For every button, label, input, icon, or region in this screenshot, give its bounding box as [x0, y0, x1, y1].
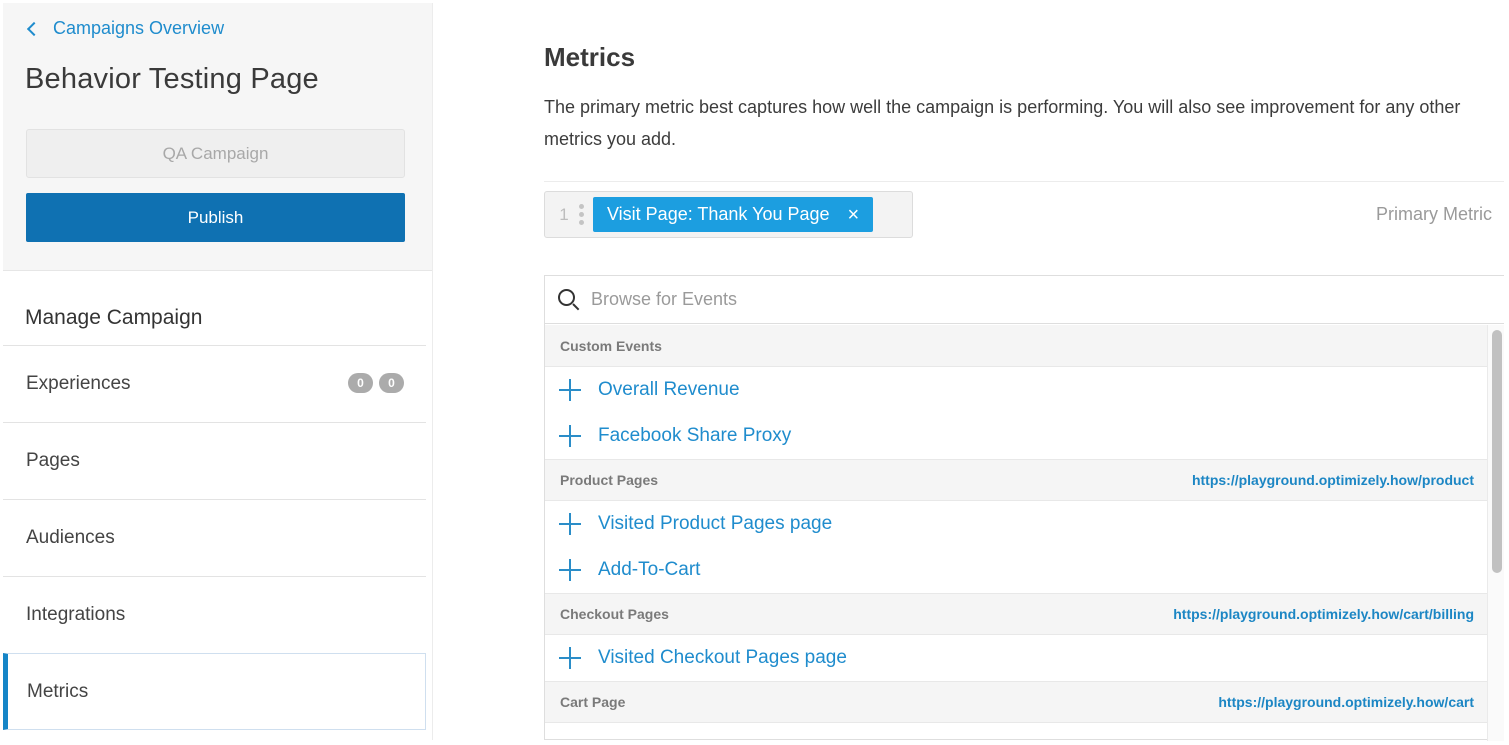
plus-icon — [559, 559, 581, 581]
page-title: Metrics — [544, 42, 636, 72]
event-item[interactable]: Facebook Share Proxy — [545, 413, 1488, 459]
nav-item-label: Integrations — [26, 604, 126, 625]
search-input[interactable] — [591, 289, 1451, 310]
nav-item-label: Experiences — [26, 373, 131, 394]
campaign-title: Behavior Testing Page — [25, 63, 319, 95]
manage-campaign-heading: Manage Campaign — [25, 306, 203, 329]
nav-item-label: Audiences — [26, 527, 115, 548]
group-header-checkout-pages: Checkout Pages https://playground.optimi… — [545, 593, 1488, 635]
sidebar-header: Campaigns Overview Behavior Testing Page… — [3, 3, 432, 271]
count-badge: 0 — [379, 373, 404, 393]
group-header-product-pages: Product Pages https://playground.optimiz… — [545, 459, 1488, 501]
metric-chip-label: Visit Page: Thank You Page — [607, 204, 830, 224]
primary-metric-label: Primary Metric — [1376, 204, 1492, 224]
event-item[interactable]: Add-To-Cart — [545, 547, 1488, 593]
plus-icon — [559, 379, 581, 401]
plus-icon — [559, 647, 581, 669]
plus-icon — [559, 513, 581, 535]
publish-button[interactable]: Publish — [26, 193, 405, 242]
group-name: Cart Page — [560, 694, 626, 710]
primary-metric-row: 1 Visit Page: Thank You Page × Primary M… — [544, 181, 1504, 247]
scrollbar-thumb[interactable] — [1492, 330, 1502, 573]
main-content: Metrics The primary metric best captures… — [434, 3, 1504, 741]
group-header-custom-events: Custom Events — [545, 325, 1488, 367]
events-list: Custom Events Overall Revenue Facebook S… — [545, 325, 1488, 741]
event-item[interactable]: Visited Checkout Pages page — [545, 635, 1488, 681]
event-label: Visited Product Pages page — [598, 513, 833, 534]
qa-campaign-button[interactable]: QA Campaign — [26, 129, 405, 178]
close-icon[interactable]: × — [848, 205, 860, 225]
event-label: Visited Checkout Pages page — [598, 647, 847, 668]
count-badge: 0 — [348, 373, 373, 393]
event-label: Overall Revenue — [598, 379, 740, 400]
search-icon — [557, 288, 581, 312]
nav-item-integrations[interactable]: Integrations — [3, 576, 426, 653]
event-search — [545, 276, 1504, 324]
primary-metric-chip[interactable]: Visit Page: Thank You Page × — [593, 197, 874, 232]
sidebar: Campaigns Overview Behavior Testing Page… — [3, 3, 433, 740]
event-item[interactable]: Overall Revenue — [545, 367, 1488, 413]
group-url-link[interactable]: https://playground.optimizely.how/cart — [1218, 694, 1474, 710]
group-url-link[interactable]: https://playground.optimizely.how/produc… — [1192, 472, 1474, 488]
metric-slot: 1 Visit Page: Thank You Page × — [544, 191, 913, 238]
campaign-nav: Experiences 0 0 Pages Audiences Integrat… — [3, 345, 426, 730]
nav-item-pages[interactable]: Pages — [3, 422, 426, 499]
event-label: Add-To-Cart — [598, 559, 701, 580]
event-label: Facebook Share Proxy — [598, 425, 792, 446]
back-link-label: Campaigns Overview — [53, 18, 225, 38]
metrics-description: The primary metric best captures how wel… — [544, 97, 1461, 149]
group-name: Custom Events — [560, 337, 662, 354]
nav-item-audiences[interactable]: Audiences — [3, 499, 426, 576]
metric-index: 1 — [559, 204, 569, 224]
nav-item-experiences[interactable]: Experiences 0 0 — [3, 345, 426, 422]
nav-item-metrics[interactable]: Metrics — [3, 653, 426, 730]
back-to-campaigns-link[interactable]: Campaigns Overview — [25, 18, 224, 39]
group-url-link[interactable]: https://playground.optimizely.how/cart/b… — [1173, 606, 1474, 622]
events-browser: Custom Events Overall Revenue Facebook S… — [544, 275, 1504, 741]
nav-item-label: Metrics — [27, 680, 89, 702]
experience-badges: 0 0 — [348, 373, 404, 393]
events-scrollbar[interactable] — [1487, 325, 1504, 741]
group-header-cart-page: Cart Page https://playground.optimizely.… — [545, 681, 1488, 723]
chevron-left-icon — [26, 21, 42, 36]
group-name: Checkout Pages — [560, 606, 669, 622]
event-item[interactable]: Visited Product Pages page — [545, 501, 1488, 547]
drag-handle-icon[interactable] — [579, 204, 584, 225]
nav-item-label: Pages — [26, 450, 80, 471]
group-name: Product Pages — [560, 472, 659, 488]
plus-icon — [559, 425, 581, 447]
